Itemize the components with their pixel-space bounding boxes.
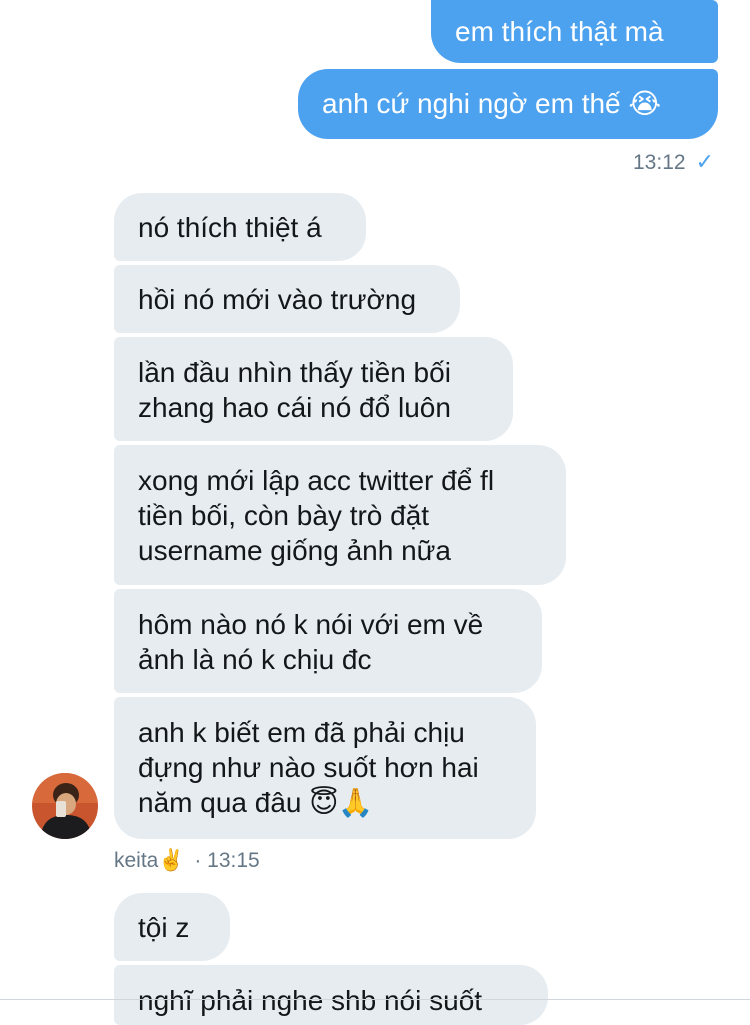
outgoing-meta: 13:12 ✓	[633, 149, 714, 175]
bottom-divider	[0, 999, 750, 1000]
sender-name[interactable]: keita✌️	[114, 849, 185, 872]
message-time: 13:12	[633, 151, 686, 174]
avatar-image	[32, 773, 98, 839]
incoming-message[interactable]: tội z	[114, 893, 230, 961]
sent-check-icon: ✓	[695, 149, 714, 174]
incoming-message[interactable]: xong mới lập acc twitter để fl tiền bối,…	[114, 445, 566, 585]
incoming-message[interactable]: anh k biết em đã phải chịu đựng như nào …	[114, 697, 536, 839]
incoming-message[interactable]: nghĩ phải nghe shb nói suốt	[114, 965, 548, 1025]
outgoing-message[interactable]: em thích thật mà	[431, 0, 718, 63]
incoming-message[interactable]: hôm nào nó k nói với em về ảnh là nó k c…	[114, 589, 542, 693]
incoming-message[interactable]: nó thích thiệt á	[114, 193, 366, 261]
incoming-message[interactable]: lần đầu nhìn thấy tiền bối zhang hao cái…	[114, 337, 513, 441]
incoming-message[interactable]: hồi nó mới vào trường	[114, 265, 460, 333]
incoming-meta: keita✌️ · 13:15	[114, 849, 260, 873]
avatar[interactable]	[32, 773, 98, 839]
outgoing-message[interactable]: anh cứ nghi ngờ em thế 😭	[298, 69, 718, 139]
message-time: · 13:15	[194, 849, 260, 872]
